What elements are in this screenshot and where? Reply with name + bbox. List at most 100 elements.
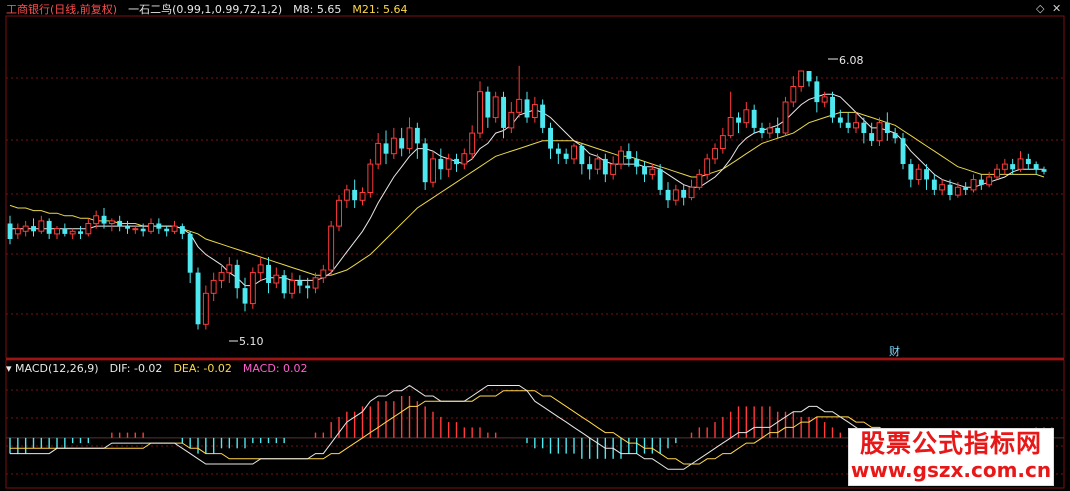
candle-body xyxy=(266,264,271,283)
candle-body xyxy=(273,274,280,284)
candle-body xyxy=(422,143,428,183)
candle-body xyxy=(1017,158,1024,170)
candle-body xyxy=(766,127,773,134)
candle-body xyxy=(108,220,115,224)
candle-body xyxy=(579,146,585,165)
candle-body xyxy=(688,186,695,199)
candle-body xyxy=(837,117,843,123)
candle-body xyxy=(876,122,883,142)
candle-body xyxy=(626,151,632,159)
candle-body xyxy=(869,133,875,141)
candle-body xyxy=(508,111,515,129)
candle-body xyxy=(249,272,256,305)
dea-value: DEA: -0.02 xyxy=(173,362,232,375)
candle-body xyxy=(798,70,805,87)
candle-body xyxy=(963,187,969,190)
stock-chart[interactable]: 5.10 6.08 财 xyxy=(0,0,1070,491)
candle-body xyxy=(861,122,867,133)
candle-body xyxy=(782,101,789,134)
candle-body xyxy=(352,189,358,201)
candle-body xyxy=(642,166,647,175)
candle-body xyxy=(610,163,617,175)
macd-settings-icon[interactable]: ▾ xyxy=(6,362,12,375)
indicator-label[interactable]: 一石二鸟(0.99,1,0.99,72,1,2) xyxy=(128,3,282,16)
candle-body xyxy=(187,233,193,273)
candle-body xyxy=(594,158,601,170)
candle xyxy=(782,96,789,136)
candle xyxy=(249,267,256,309)
candle-body xyxy=(531,104,538,118)
candle-body xyxy=(501,96,506,128)
candle-body xyxy=(85,223,92,235)
candle-body xyxy=(445,158,452,170)
candle-body xyxy=(383,143,389,154)
candle-body xyxy=(164,228,170,232)
candle-body xyxy=(461,153,468,165)
candle-body xyxy=(210,279,217,294)
candle-body xyxy=(367,163,374,194)
candle-body xyxy=(649,168,656,175)
candle-body xyxy=(986,176,993,186)
high-price-label: 6.08 xyxy=(839,54,864,67)
candle-body xyxy=(657,169,663,190)
macd-title[interactable]: MACD(12,26,9) xyxy=(15,362,99,375)
candle-body xyxy=(257,264,264,274)
candle-body xyxy=(563,153,569,159)
candle xyxy=(900,133,906,170)
candle-body xyxy=(7,223,13,239)
close-icon[interactable]: ✕ xyxy=(1052,2,1061,15)
candle-body xyxy=(681,189,687,198)
candle-body xyxy=(540,104,546,128)
watermark-url: www.gszx.com.cn xyxy=(850,458,1052,482)
candle-body xyxy=(195,272,201,325)
candle-body xyxy=(830,96,835,118)
candle-body xyxy=(54,228,60,235)
symbol-label[interactable]: 工商银行(日线,前复权) xyxy=(6,3,117,16)
candle-body xyxy=(587,164,593,170)
candle-body xyxy=(78,231,83,234)
candle-body xyxy=(438,158,444,170)
candle-body xyxy=(978,179,984,185)
candle-body xyxy=(156,223,162,229)
candle-body xyxy=(790,86,797,103)
candle-body xyxy=(970,179,977,191)
candle-body xyxy=(454,158,459,165)
candle xyxy=(367,158,374,198)
candle-body xyxy=(939,184,946,191)
candle-body xyxy=(1033,164,1039,170)
candle-body xyxy=(390,137,397,155)
candle-body xyxy=(908,164,914,180)
candle-body xyxy=(924,169,929,180)
macd-value: MACD: 0.02 xyxy=(242,362,308,375)
candle-body xyxy=(602,158,608,175)
candle-body xyxy=(571,145,577,160)
candle xyxy=(195,267,201,330)
candle-body xyxy=(814,81,820,103)
candle-body xyxy=(234,264,240,289)
candle-body xyxy=(336,199,343,227)
candle-body xyxy=(226,264,233,274)
candle-body xyxy=(1041,169,1047,172)
candle-body xyxy=(328,225,335,271)
candle-body xyxy=(1001,163,1008,170)
candle-body xyxy=(69,230,76,235)
candle-body xyxy=(22,225,29,232)
candle-body xyxy=(31,226,36,232)
candle-body xyxy=(117,220,123,227)
candle-body xyxy=(845,122,851,128)
candle-body xyxy=(672,189,679,201)
candle-body xyxy=(947,184,953,195)
macd-panel-header: ▾ MACD(12,26,9) DIF: -0.02 DEA: -0.02 MA… xyxy=(6,362,308,375)
candle-body xyxy=(281,275,287,294)
diamond-icon[interactable]: ◇ xyxy=(1036,2,1044,15)
candle-body xyxy=(93,215,100,225)
candle-body xyxy=(148,223,155,232)
candle-body xyxy=(132,228,139,231)
chart-background xyxy=(0,0,1070,491)
candle-body xyxy=(242,288,248,304)
candle-body xyxy=(931,179,937,190)
candle-body xyxy=(1025,158,1031,165)
event-marker[interactable]: 财 xyxy=(889,344,900,358)
candle-body xyxy=(743,109,750,124)
candle-body xyxy=(485,91,491,118)
